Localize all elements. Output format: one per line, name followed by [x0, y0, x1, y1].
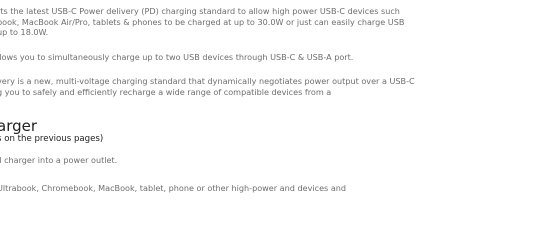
dual-port-paragraph: llows you to simultaneously charge up to… [0, 52, 536, 63]
power-delivery-paragraph: very is a new, multi-voltage charging st… [0, 76, 536, 97]
power-delivery-line-1: very is a new, multi-voltage charging st… [0, 76, 415, 87]
intro-line-3: up to 18.0W. [0, 27, 49, 38]
intro-line-2: book, MacBook Air/Pro, tablets & phones … [0, 16, 405, 27]
manual-page: rts the latest USB-C Power delivery (PD)… [0, 6, 536, 194]
section-subheading: s on the previous pages) [0, 133, 104, 144]
intro-line-1: rts the latest USB-C Power delivery (PD)… [0, 6, 400, 16]
power-delivery-line-2: g you to safely and efficiently recharge… [0, 86, 332, 97]
dual-port-line-1: llows you to simultaneously charge up to… [0, 51, 354, 62]
intro-paragraph: rts the latest USB-C Power delivery (PD)… [0, 6, 536, 38]
section-heading: arger [0, 116, 38, 135]
step-2-text: Ultrabook, Chromebook, MacBook, tablet, … [0, 183, 347, 194]
step-1-text: ll charger into a power outlet. [0, 154, 118, 165]
